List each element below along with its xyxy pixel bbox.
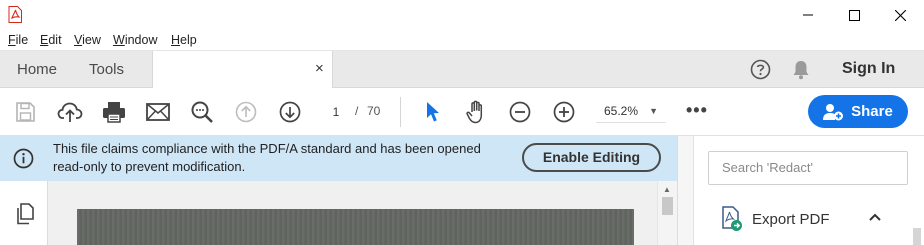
caret-down-icon: ▼ bbox=[649, 106, 658, 116]
chevron-up-icon[interactable] bbox=[868, 212, 882, 222]
zoom-level-dropdown[interactable]: 65.2% ▼ bbox=[596, 99, 666, 123]
minimize-button[interactable] bbox=[785, 0, 831, 30]
print-icon bbox=[103, 102, 125, 123]
tools-pane-scrollbar[interactable] bbox=[913, 228, 921, 245]
bell-icon[interactable] bbox=[791, 59, 811, 80]
help-icon[interactable] bbox=[750, 59, 771, 80]
prev-page-icon bbox=[235, 101, 257, 123]
zoom-in-button[interactable] bbox=[551, 99, 577, 125]
scroll-thumb[interactable] bbox=[662, 197, 673, 215]
print-button[interactable] bbox=[101, 99, 127, 125]
sign-in-link[interactable]: Sign In bbox=[842, 60, 895, 78]
select-tool-button[interactable] bbox=[420, 99, 446, 125]
export-pdf-label[interactable]: Export PDF bbox=[752, 211, 830, 228]
tab-document[interactable]: × bbox=[152, 51, 333, 88]
tab-tools[interactable]: Tools bbox=[89, 61, 124, 78]
toolbar-divider bbox=[400, 97, 401, 127]
info-message: This file claims compliance with the PDF… bbox=[53, 141, 481, 174]
next-page-icon bbox=[279, 101, 301, 123]
menu-view[interactable]: View bbox=[74, 33, 101, 47]
email-button[interactable] bbox=[145, 99, 171, 125]
info-icon bbox=[13, 148, 34, 169]
document-page bbox=[77, 209, 634, 245]
pages-icon[interactable] bbox=[15, 203, 35, 225]
maximize-icon bbox=[848, 9, 860, 21]
more-tools-button[interactable]: ••• bbox=[686, 100, 708, 121]
tab-bar: Home Tools × Sign In bbox=[0, 51, 924, 88]
page-total: 70 bbox=[367, 104, 381, 118]
scroll-up-icon[interactable]: ▲ bbox=[663, 185, 671, 194]
find-button[interactable] bbox=[189, 99, 215, 125]
menu-bar: File Edit View Window Help bbox=[0, 30, 924, 51]
next-page-button[interactable] bbox=[277, 99, 303, 125]
mail-icon bbox=[146, 103, 170, 121]
share-label: Share bbox=[851, 103, 893, 120]
left-rail bbox=[0, 181, 48, 245]
zoom-in-icon bbox=[553, 101, 575, 123]
save-icon bbox=[16, 102, 35, 122]
search-zoom-icon bbox=[191, 101, 213, 123]
page-number-input[interactable]: 1 bbox=[322, 101, 350, 123]
document-scrollbar[interactable]: ▲ bbox=[657, 181, 677, 245]
export-pdf-icon bbox=[722, 206, 742, 231]
page-separator: / bbox=[355, 104, 359, 118]
close-window-button[interactable] bbox=[877, 0, 923, 30]
enable-editing-button[interactable]: Enable Editing bbox=[522, 143, 661, 172]
hand-tool-button[interactable] bbox=[464, 99, 490, 125]
tab-close-button[interactable]: × bbox=[315, 60, 324, 77]
maximize-button[interactable] bbox=[831, 0, 877, 30]
upload-button[interactable] bbox=[57, 99, 83, 125]
share-button[interactable]: Share bbox=[808, 95, 908, 128]
minimize-icon bbox=[803, 14, 813, 16]
upload-cloud-icon bbox=[57, 102, 83, 122]
hand-icon bbox=[466, 100, 483, 124]
zoom-level-value: 65.2% bbox=[604, 104, 639, 118]
share-user-icon bbox=[823, 103, 844, 120]
tab-home[interactable]: Home bbox=[17, 61, 57, 78]
readonly-info-bar: This file claims compliance with the PDF… bbox=[0, 136, 677, 181]
toolbar: 1 / 70 65.2% ▼ ••• bbox=[0, 88, 924, 136]
acrobat-icon bbox=[8, 6, 22, 23]
menu-window[interactable]: Window bbox=[113, 33, 157, 47]
close-icon bbox=[894, 9, 906, 21]
zoom-out-icon bbox=[509, 101, 531, 123]
title-bar bbox=[0, 0, 924, 30]
select-arrow-icon bbox=[427, 102, 439, 122]
save-button[interactable] bbox=[12, 99, 38, 125]
tools-search-input[interactable]: Search 'Redact' bbox=[708, 151, 908, 185]
menu-edit[interactable]: Edit bbox=[40, 33, 62, 47]
menu-file[interactable]: File bbox=[8, 33, 28, 47]
zoom-out-button[interactable] bbox=[507, 99, 533, 125]
menu-help[interactable]: Help bbox=[171, 33, 197, 47]
prev-page-button[interactable] bbox=[233, 99, 259, 125]
